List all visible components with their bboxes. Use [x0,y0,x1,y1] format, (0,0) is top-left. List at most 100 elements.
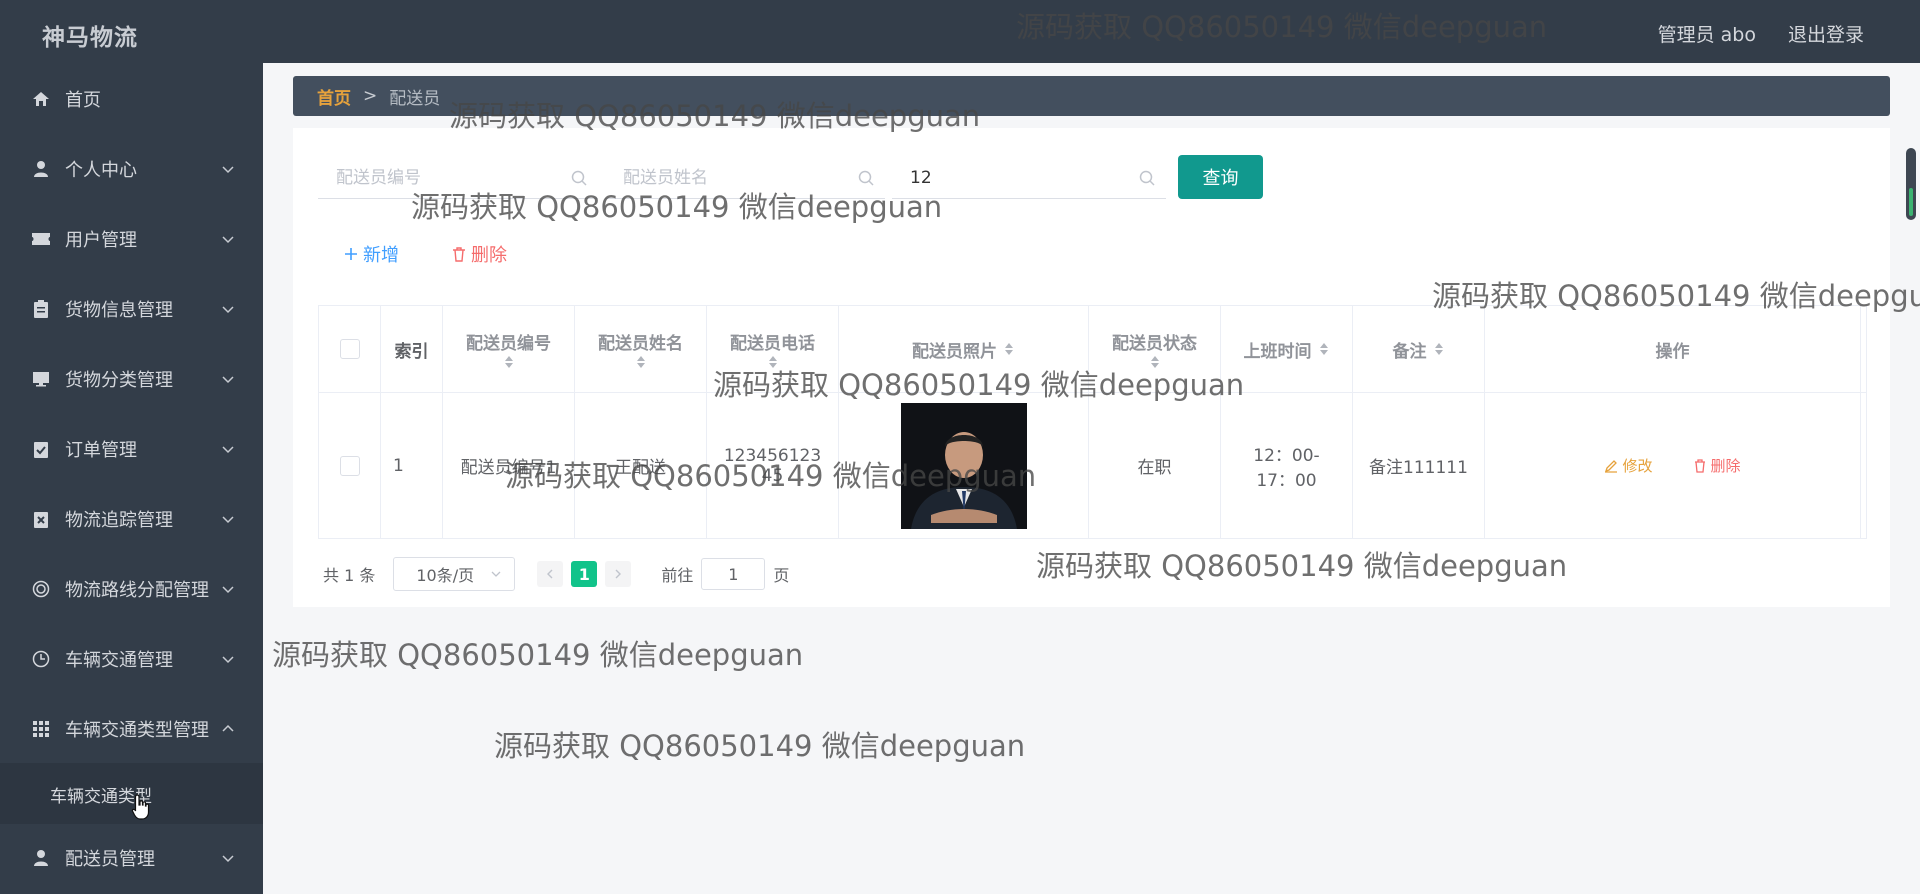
goto-page-input[interactable] [701,558,766,590]
sort-icon [504,355,513,368]
breadcrumb-home[interactable]: 首页 [317,84,351,109]
sidebar-item-tracking[interactable]: 物流追踪管理 [0,497,263,541]
header-courier-id-label: 配送员编号 [466,333,551,354]
trash-icon [1694,458,1705,473]
sort-icon [1434,343,1443,355]
header-courier-status[interactable]: 配送员状态 [1089,306,1221,392]
chevron-down-icon [222,376,234,384]
chevron-down-icon [222,306,234,314]
sidebar-item-routes[interactable]: 物流路线分配管理 [0,567,263,611]
row-edit-button[interactable]: 修改 [1604,455,1653,476]
add-button-label: 新增 [363,245,399,266]
main-card: 查询 新增 删除 索引 配送员编号 配送员姓名 配送员电话 配送员照片 [293,128,1890,607]
sidebar-item-vehicle-types[interactable]: 车辆交通类型管理 [0,707,263,751]
header-courier-phone[interactable]: 配送员电话 [707,306,839,392]
chevron-down-icon [491,571,501,577]
add-button[interactable]: 新增 [343,241,399,267]
sidebar-item-users[interactable]: 用户管理 [0,217,263,261]
row-index-cell: 1 [381,393,443,538]
header-remark[interactable]: 备注 [1353,306,1485,392]
watermark-text: 源码获取 QQ86050149 微信deepguan [272,638,804,672]
page-number-current[interactable]: 1 [571,561,598,587]
sidebar-item-home[interactable]: 首页 [0,77,263,121]
page-size-value: 10条/页 [416,566,475,585]
sidebar-item-orders[interactable]: 订单管理 [0,427,263,471]
header-index: 索引 [381,306,443,392]
header-courier-photo[interactable]: 配送员照片 [839,306,1089,392]
sidebar-item-goods-info[interactable]: 货物信息管理 [0,287,263,331]
chevron-up-icon [222,724,234,732]
breadcrumb: 首页 > 配送员 [293,76,1890,116]
row-work-time-cell: 12：00-17：00 [1221,393,1353,538]
grid-icon [29,717,53,741]
clipboard-icon [29,297,53,321]
row-checkbox[interactable] [339,455,360,476]
sidebar-item-label: 车辆交通类型管理 [65,720,209,741]
select-all-checkbox[interactable] [339,339,360,359]
courier-id-input[interactable] [318,167,570,189]
admin-user-label[interactable]: 管理员 abo [1658,20,1756,47]
header-remark-label: 备注 [1392,341,1427,362]
batch-delete-button[interactable]: 删除 [451,241,507,267]
chevron-down-icon [222,656,234,664]
sidebar-item-couriers[interactable]: 配送员管理 [0,836,263,880]
watermark-text: 源码获取 QQ86050149 微信deepguan [494,729,1026,763]
row-courier-id-cell: 配送员编号1 [443,393,575,538]
sidebar-item-label: 配送员管理 [65,849,155,870]
row-select-cell [319,393,381,538]
row-courier-phone-cell: 12345612345 [707,393,839,538]
query-button[interactable]: 查询 [1178,155,1263,199]
courier-name-input[interactable] [605,167,857,189]
courier-photo [900,402,1027,529]
row-delete-button[interactable]: 删除 [1693,455,1741,476]
total-count: 共 1 条 [323,566,376,585]
sort-icon [636,355,645,368]
header-work-time[interactable]: 上班时间 [1221,306,1353,392]
header-work-time-label: 上班时间 [1243,341,1312,362]
prev-page-button[interactable] [537,561,564,587]
edit-icon [1605,459,1618,473]
header-courier-name[interactable]: 配送员姓名 [575,306,707,392]
courier-phone-input[interactable] [892,167,1138,189]
search-icon [571,170,587,186]
next-page-button[interactable] [605,561,632,587]
header-courier-photo-label: 配送员照片 [912,341,997,362]
chevron-down-icon [222,236,234,244]
chevron-right-icon [615,569,622,579]
trash-icon [453,247,465,262]
sidebar: 首页 个人中心 用户管理 货物信息管理 货物分类管理 订单管理 物流追踪管理 物… [0,63,263,894]
monitor-icon [29,367,53,391]
chevron-down-icon [222,586,234,594]
logout-button[interactable]: 退出登录 [1788,20,1864,47]
chevron-down-icon [222,516,234,524]
ticket-icon [29,227,53,251]
courier-table: 索引 配送员编号 配送员姓名 配送员电话 配送员照片 配送员状态 上班时间 备注… [318,305,1867,539]
header-select-all [319,306,381,392]
checklist-icon [29,437,53,461]
user-icon [29,846,53,870]
sidebar-item-goods-category[interactable]: 货物分类管理 [0,357,263,401]
sidebar-item-profile[interactable]: 个人中心 [0,147,263,191]
top-bar: 神马物流 管理员 abo 退出登录 [0,0,1920,63]
breadcrumb-current: 配送员 [389,88,441,109]
header-courier-id[interactable]: 配送员编号 [443,306,575,392]
sort-icon [768,355,777,368]
search-icon [1139,170,1155,186]
pagination: 共 1 条 10条/页 1 前往 页 [323,556,789,592]
sidebar-item-label: 首页 [65,90,101,111]
chevron-down-icon [222,446,234,454]
courier-name-search-field [605,158,885,199]
sort-icon [1005,343,1013,355]
sidebar-item-vehicles[interactable]: 车辆交通管理 [0,637,263,681]
courier-id-search-field [318,158,598,199]
sidebar-item-label: 物流路线分配管理 [65,580,209,601]
courier-phone-search-field [892,158,1166,199]
scrollbar-thumb[interactable] [1906,148,1916,220]
row-delete-label: 删除 [1710,457,1741,475]
sidebar-item-label: 物流追踪管理 [65,510,173,531]
header-operation-label: 操作 [1655,341,1690,362]
hand-cursor-icon [131,794,150,820]
chevron-left-icon [547,569,553,579]
page-size-select[interactable]: 10条/页 [393,557,516,591]
ring-icon [29,577,53,601]
